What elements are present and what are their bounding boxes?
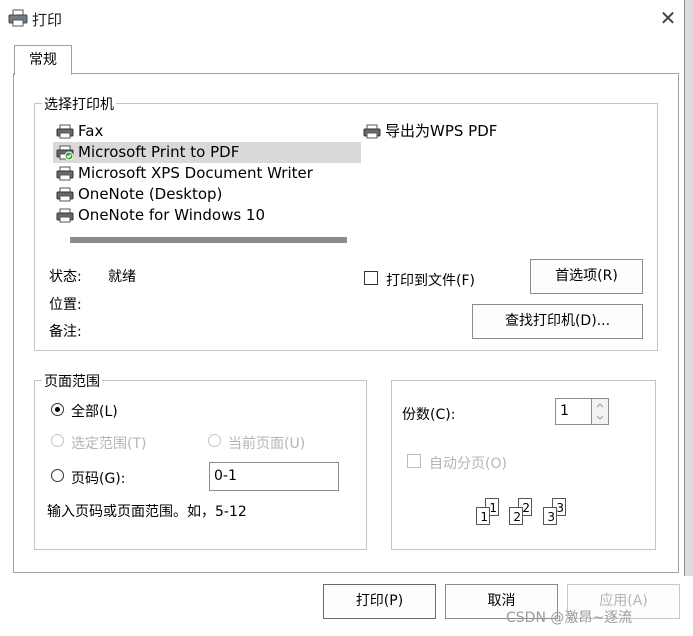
printer-name: Microsoft XPS Document Writer <box>78 164 313 182</box>
comment-label: 备注: <box>49 324 82 340</box>
printer-item-microsoft-print-to-pdf[interactable]: Microsoft Print to PDF <box>53 142 361 163</box>
window-edge-line <box>684 0 685 636</box>
watermark: CSDN @激昂~逐流 <box>506 610 633 626</box>
collate-label[interactable]: 自动分页(O) <box>429 453 507 473</box>
printer-icon <box>56 166 74 181</box>
printer-icon <box>8 9 28 27</box>
printer-item-fax[interactable]: Fax <box>53 121 358 142</box>
printer-list[interactable]: Fax Microsoft Print to PDF Microsoft XPS… <box>50 118 643 231</box>
printer-name: OneNote for Windows 10 <box>78 206 266 224</box>
range-current-page-radio[interactable] <box>208 434 221 447</box>
chevron-up-icon[interactable] <box>592 399 608 411</box>
window-edge <box>684 0 693 636</box>
printer-item-microsoft-xps[interactable]: Microsoft XPS Document Writer <box>53 163 358 184</box>
range-all-radio[interactable] <box>51 403 64 416</box>
printer-icon <box>56 208 74 223</box>
copies-label: 份数(C): <box>402 407 456 423</box>
printer-name: OneNote (Desktop) <box>78 185 223 203</box>
location-label: 位置: <box>49 297 82 313</box>
range-all-label[interactable]: 全部(L) <box>71 401 118 421</box>
title-bar <box>0 0 693 38</box>
pages-input[interactable]: 0-1 <box>209 462 339 491</box>
range-pages-label[interactable]: 页码(G): <box>71 468 126 488</box>
default-printer-icon <box>56 145 74 160</box>
page-range-hint: 输入页码或页面范围。如，5-12 <box>47 504 247 520</box>
collate-illustration-icon: 1 1 2 2 3 3 <box>474 496 579 528</box>
collate-page: 2 <box>509 507 523 525</box>
window-title: 打印 <box>32 11 63 29</box>
status-label: 状态: <box>49 269 82 285</box>
find-printer-button[interactable]: 查找打印机(D)... <box>472 304 643 339</box>
collate-page: 3 <box>543 507 557 525</box>
printer-list-scrollbar[interactable] <box>70 237 347 243</box>
printer-item-onenote-win10[interactable]: OneNote for Windows 10 <box>53 205 358 226</box>
range-pages-radio[interactable] <box>51 469 64 482</box>
page-range-group-label: 页面范围 <box>42 371 102 391</box>
printer-name: Microsoft Print to PDF <box>78 143 240 161</box>
tab-general[interactable]: 常规 <box>14 45 72 75</box>
chevron-down-icon[interactable] <box>592 412 608 424</box>
printer-icon <box>56 187 74 202</box>
printer-item-onenote-desktop[interactable]: OneNote (Desktop) <box>53 184 358 205</box>
range-selection-label[interactable]: 选定范围(T) <box>71 433 146 453</box>
printer-group-label: 选择打印机 <box>42 94 116 114</box>
collate-page: 1 <box>476 507 490 525</box>
range-selection-radio[interactable] <box>51 434 64 447</box>
print-to-file-label[interactable]: 打印到文件(F) <box>386 270 475 290</box>
copies-input[interactable]: 1 <box>555 398 592 425</box>
printer-item-wps-pdf[interactable]: 导出为WPS PDF <box>360 121 560 142</box>
range-current-page-label[interactable]: 当前页面(U) <box>228 433 305 453</box>
copies-spinner[interactable] <box>591 398 609 425</box>
printer-name: Fax <box>78 122 104 140</box>
printer-icon <box>56 124 74 139</box>
status-value: 就绪 <box>108 269 136 285</box>
printer-name: 导出为WPS PDF <box>385 122 498 140</box>
collate-checkbox[interactable] <box>407 454 421 468</box>
close-button[interactable]: ✕ <box>656 6 680 30</box>
print-button[interactable]: 打印(P) <box>323 584 436 619</box>
print-to-file-checkbox[interactable] <box>364 271 378 285</box>
printer-icon <box>363 124 381 139</box>
preferences-button[interactable]: 首选项(R) <box>530 259 643 294</box>
